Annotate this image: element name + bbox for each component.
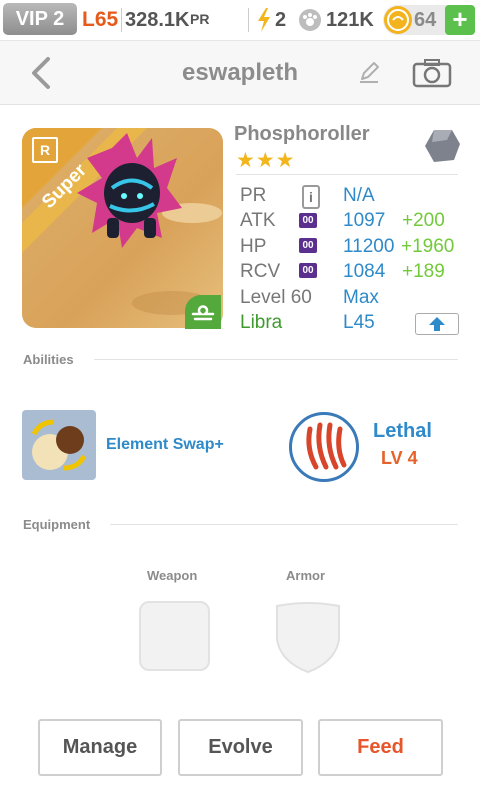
star-rating: ★★★ [236, 149, 296, 172]
hp-value: 11200 [343, 236, 395, 257]
add-coins-button[interactable]: + [445, 5, 475, 35]
level-label: Level 60 [240, 287, 312, 308]
player-level: L65 [82, 8, 119, 31]
back-icon[interactable] [28, 56, 56, 90]
arrow-up-icon [429, 317, 445, 331]
rcv-value: 1084 [343, 261, 386, 282]
divider [121, 8, 122, 32]
monster-name: Phosphoroller [234, 123, 370, 145]
element-stone-icon [425, 130, 460, 162]
abilities-heading: Abilities [23, 352, 74, 367]
atk-bonus: +200 [402, 210, 445, 231]
hp-gem-icon: 00 [299, 238, 317, 253]
feed-button[interactable]: Feed [318, 719, 443, 776]
coin-icon [384, 6, 412, 34]
zodiac-label: Libra [240, 312, 283, 333]
ability-name-lethal[interactable]: Lethal [373, 420, 432, 443]
atk-label: ATK [240, 210, 276, 231]
pr-value: N/A [343, 185, 375, 206]
info-icon[interactable]: i [302, 185, 320, 209]
divider [248, 8, 249, 32]
level-value: Max [343, 287, 379, 308]
paw-count: 121K [326, 9, 374, 31]
coin-count: 64 [414, 9, 437, 31]
divider [236, 174, 458, 175]
armor-label: Armor [286, 568, 326, 583]
ability-level: LV 4 [381, 448, 418, 468]
claw-marks-icon[interactable] [289, 412, 359, 482]
weapon-slot[interactable] [139, 601, 210, 671]
ability-label-element-swap[interactable]: Element Swap+ [106, 436, 224, 454]
paw-icon [299, 9, 321, 31]
hp-bonus: +1960 [401, 236, 455, 257]
power-rating-value: 328.1K [125, 9, 190, 31]
armor-slot[interactable] [273, 600, 343, 674]
energy-count: 2 [275, 9, 287, 31]
atk-value: 1097 [343, 210, 386, 231]
lightning-icon [258, 8, 270, 32]
upgrade-button[interactable] [415, 313, 459, 335]
vip-badge[interactable]: VIP 2 [3, 3, 77, 35]
manage-button[interactable]: Manage [38, 719, 162, 776]
page-title: eswapleth [181, 59, 299, 86]
divider [94, 359, 458, 360]
weapon-label: Weapon [147, 568, 198, 583]
rcv-bonus: +189 [402, 261, 445, 282]
rcv-label: RCV [240, 261, 281, 282]
hp-label: HP [240, 236, 267, 257]
zodiac-level: L45 [343, 312, 375, 333]
libra-icon [185, 295, 221, 329]
atk-gem-icon: 00 [299, 213, 317, 228]
camera-icon[interactable] [412, 58, 452, 88]
element-swap-icon[interactable] [22, 410, 96, 480]
rarity-badge: R [32, 137, 58, 163]
pr-label: PR [240, 185, 267, 206]
pencil-icon[interactable] [357, 60, 381, 84]
equipment-heading: Equipment [23, 517, 91, 532]
power-rating-unit: PR [190, 11, 210, 27]
divider [110, 524, 458, 525]
rcv-gem-icon: 00 [299, 263, 317, 278]
evolve-button[interactable]: Evolve [178, 719, 303, 776]
